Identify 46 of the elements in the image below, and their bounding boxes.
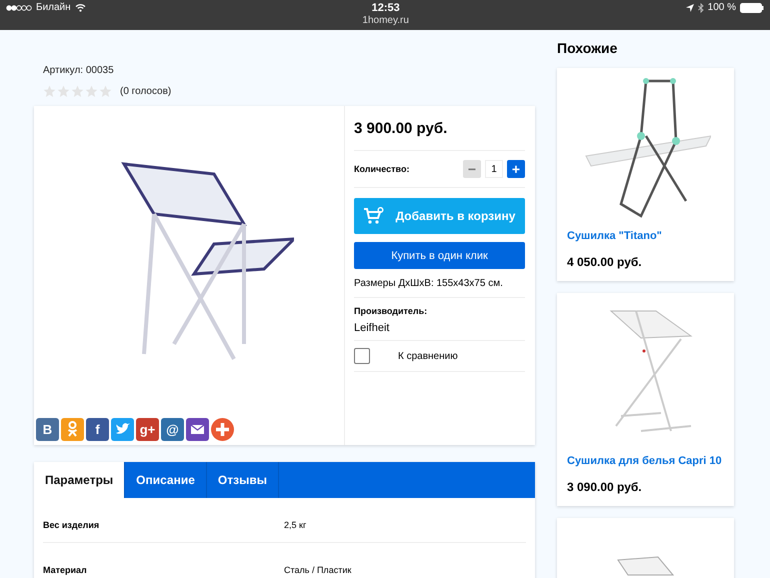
product-dimensions: Размеры ДхШхВ: 155x43x75 см.: [354, 269, 525, 298]
param-name: Вес изделия: [43, 520, 100, 530]
param-name: Материал: [43, 565, 88, 575]
page-url[interactable]: 1homey.ru: [362, 15, 409, 26]
compare-checkbox[interactable]: [354, 348, 370, 364]
param-value: Сталь / Пластик: [284, 565, 352, 575]
quantity-field[interactable]: 1: [485, 160, 503, 178]
envelope-icon[interactable]: [186, 418, 209, 441]
cart-icon: [364, 207, 384, 225]
manufacturer-name: Leifheit: [354, 322, 390, 334]
manufacturer-label: Производитель:: [354, 306, 428, 316]
add-to-cart-button[interactable]: Добавить в корзину: [354, 198, 525, 234]
share-button[interactable]: В: [36, 418, 59, 441]
product-link[interactable]: Сушилка "Titano": [567, 230, 724, 242]
decrease-button[interactable]: −: [463, 160, 481, 178]
location-arrow-icon: [686, 4, 694, 12]
share-button[interactable]: @: [161, 418, 184, 441]
rating-stars[interactable]: [43, 85, 112, 98]
votes-count: (0 голосов): [120, 86, 172, 97]
article-number: Артикул: 00035: [42, 65, 115, 76]
compare-label[interactable]: К сравнению: [398, 350, 458, 362]
product-card[interactable]: Сушилка "Titano" 4 050.00 руб.: [557, 68, 734, 281]
share-button[interactable]: g+: [136, 418, 159, 441]
increase-button[interactable]: +: [507, 160, 525, 178]
param-value: 2,5 кг: [284, 520, 306, 530]
dryer-drawing: [617, 556, 674, 576]
tab[interactable]: Параметры: [34, 462, 126, 498]
product-price: 3 900.00 руб.: [354, 106, 525, 151]
signal-icon: [6, 4, 32, 10]
buy-one-click-button[interactable]: Купить в один клик: [354, 242, 525, 269]
product-link[interactable]: Сушилка для белья Capri 10: [567, 455, 724, 467]
product-price: 4 050.00 руб.: [567, 255, 643, 269]
wifi-icon: [74, 4, 86, 12]
twitter-bird-icon[interactable]: [111, 418, 134, 441]
quantity-label: Количество:: [354, 164, 410, 174]
section-title: Похожие: [557, 40, 618, 56]
product-card[interactable]: Сушилка для белья Capri 10 3 090.00 руб.: [557, 293, 734, 506]
add-more-icon[interactable]: [211, 418, 234, 441]
battery-icon: [740, 2, 764, 12]
product-price: 3 090.00 руб.: [567, 480, 643, 494]
battery-percent: 100 %: [708, 2, 736, 13]
share-person-icon[interactable]: [61, 418, 84, 441]
clock-time: 12:53: [372, 2, 400, 14]
share-button[interactable]: f: [86, 418, 109, 441]
bluetooth-icon: [698, 2, 704, 12]
carrier-name: Билайн: [36, 2, 71, 13]
